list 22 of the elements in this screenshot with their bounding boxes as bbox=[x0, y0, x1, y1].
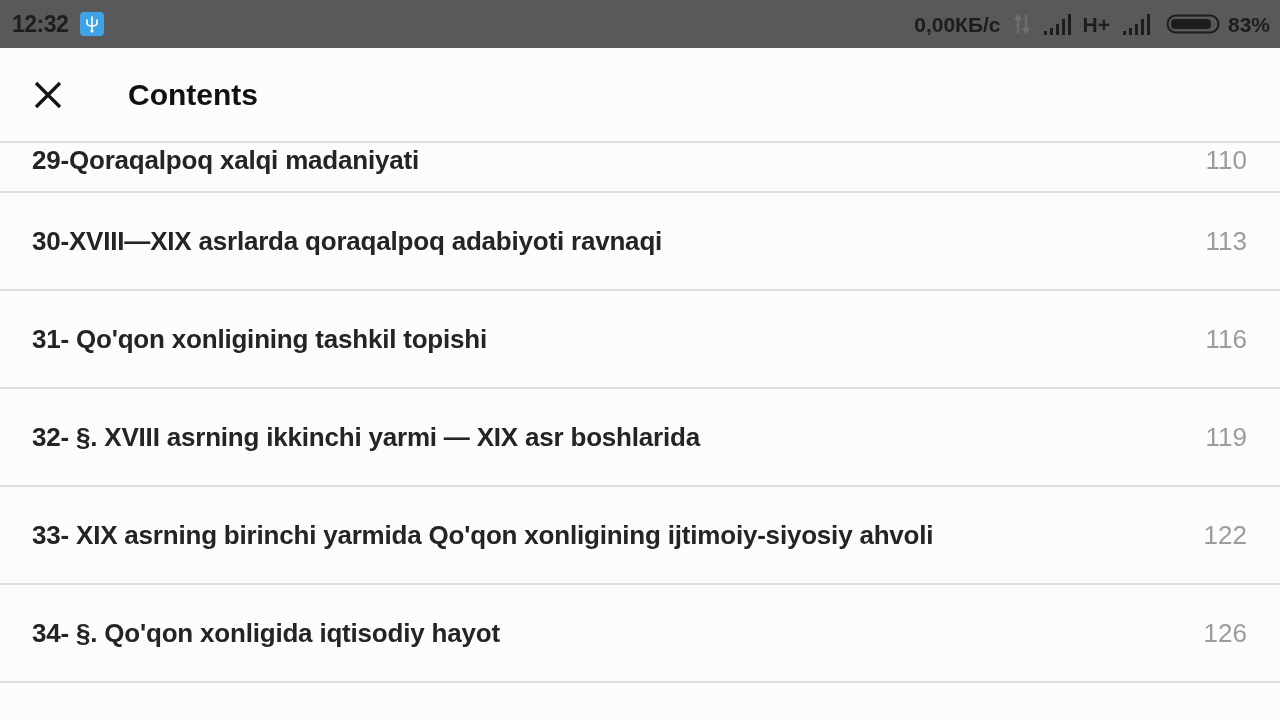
chapter-title: 32- §. XVIII asrning ikkinchi yarmi — XIX asr boshlarida bbox=[32, 422, 700, 452]
chapter-title: 31- Qo'qon xonligining tashkil topishi bbox=[32, 324, 488, 354]
battery-percent: 83% bbox=[1227, 13, 1270, 35]
chapter-title: 29-Qoraqalpoq xalqi madaniyati bbox=[32, 146, 419, 175]
chapter-title: 34- §. Qo'qon xonligida iqtisodiy hayot bbox=[32, 618, 500, 648]
page-number: 122 bbox=[1203, 520, 1247, 550]
network-type: H+ bbox=[1082, 13, 1110, 35]
page-number: 113 bbox=[1205, 226, 1247, 256]
chapter-title: 33- XIX asrning birinchi yarmida Qo'qon xonligining ijtimoiy-siyosiy ahvoli bbox=[32, 520, 934, 550]
clock-time: 12:32 bbox=[12, 12, 69, 36]
battery-icon bbox=[1165, 14, 1220, 34]
usb-icon bbox=[80, 12, 105, 36]
network-speed: 0,00КБ/с bbox=[914, 13, 1001, 35]
page-number: 119 bbox=[1205, 422, 1247, 452]
signal-icon bbox=[1122, 13, 1153, 35]
page-number: 116 bbox=[1205, 324, 1247, 354]
close-icon[interactable] bbox=[34, 80, 62, 109]
page-number: 126 bbox=[1203, 618, 1247, 648]
chapter-title: 30-XVIII—XIX asrlarda qoraqalpoq adabiyoti ravnaqi bbox=[32, 226, 663, 256]
page-number: 110 bbox=[1205, 146, 1247, 175]
page-title: Contents bbox=[128, 79, 258, 110]
signal-icon bbox=[1043, 13, 1074, 35]
